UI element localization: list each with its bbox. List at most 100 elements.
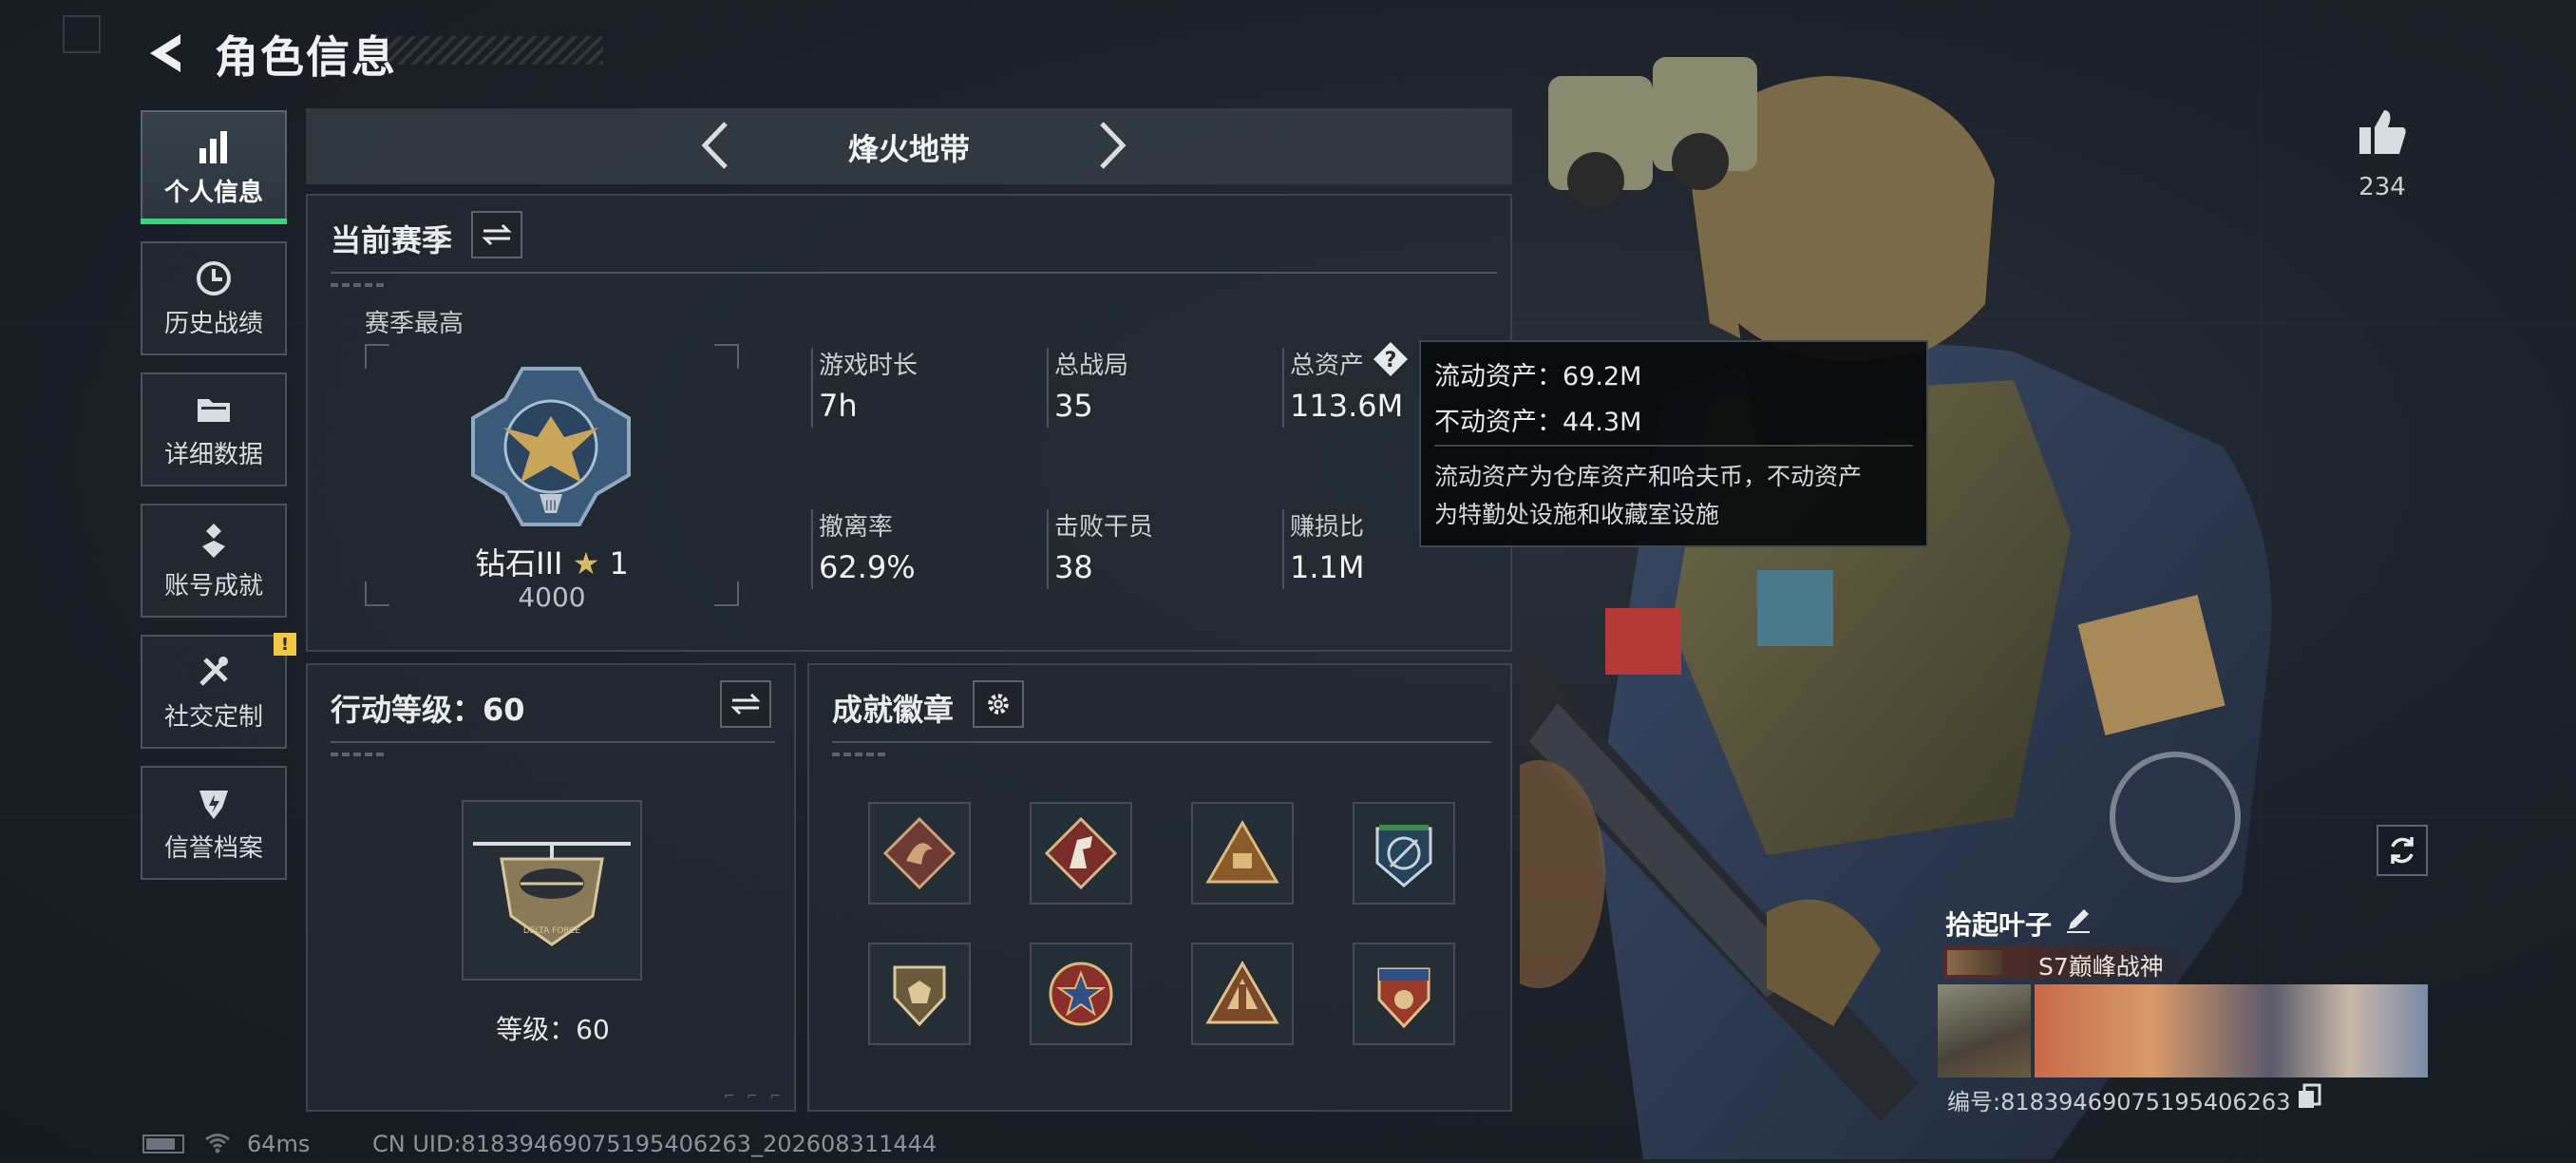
refresh-icon bbox=[2391, 837, 2414, 864]
rank-name: 钻石III bbox=[475, 545, 563, 582]
svg-text:?: ? bbox=[1385, 349, 1397, 372]
stat-label-extract-rate: 撤离率 bbox=[819, 513, 894, 542]
thumbs-up-icon bbox=[2359, 110, 2406, 154]
nav-item-history[interactable]: 历史战绩 bbox=[141, 241, 287, 355]
stat-value-profit-ratio: 1.1M bbox=[1290, 549, 1365, 585]
player-title-text: S7巅峰战神 bbox=[2038, 953, 2164, 981]
star-badge-icon bbox=[1049, 962, 1113, 1026]
triangle-badge-icon bbox=[1205, 820, 1279, 884]
corner-marks: ⌐ ⌐ ⌐ bbox=[723, 1089, 785, 1104]
warning-badge: ! bbox=[274, 633, 296, 656]
frame-corner bbox=[714, 344, 739, 369]
frame-corner bbox=[365, 344, 389, 369]
season-switch-button[interactable] bbox=[471, 211, 522, 258]
achievement-badge-slot[interactable] bbox=[868, 943, 971, 1045]
divider bbox=[811, 509, 813, 589]
title-tag-icon bbox=[1947, 950, 2002, 975]
mode-name: 烽火地带 bbox=[847, 131, 970, 167]
back-arrow-icon bbox=[150, 34, 180, 72]
achievement-badge-slot[interactable] bbox=[1191, 943, 1294, 1045]
assets-help-button[interactable]: ? bbox=[1372, 340, 1410, 378]
stat-label-matches: 总战局 bbox=[1054, 352, 1129, 380]
divider bbox=[331, 741, 775, 743]
season-panel: 当前赛季 赛季最高 III 钻石III ★ 1 4000 游戏时长 7h 总战局… bbox=[306, 194, 1512, 652]
achievement-badge-slot[interactable] bbox=[1030, 943, 1132, 1045]
star-icon: ★ bbox=[572, 545, 600, 582]
tooltip-desc-line1: 流动资产为仓库资产和哈夫币，不动资产 bbox=[1434, 463, 1863, 490]
svg-text:III: III bbox=[545, 499, 557, 514]
divider-deco bbox=[331, 283, 388, 287]
rank-emblem: III bbox=[465, 361, 636, 532]
achievement-badge-slot[interactable] bbox=[1191, 802, 1294, 905]
nav-item-achievements[interactable]: 账号成就 bbox=[141, 504, 287, 618]
action-level-title: 行动等级：60 bbox=[331, 692, 525, 728]
dragon-badge-icon bbox=[882, 816, 957, 890]
shield-badge-icon bbox=[893, 965, 946, 1027]
help-icon: ? bbox=[1373, 342, 1408, 376]
achievements-title: 成就徽章 bbox=[832, 692, 955, 728]
achievements-settings-button[interactable] bbox=[973, 680, 1024, 728]
wifi-icon bbox=[203, 1131, 232, 1157]
nav-item-details[interactable]: 详细数据 bbox=[141, 372, 287, 486]
card-thumbnail[interactable] bbox=[1938, 984, 2031, 1077]
level-text: 等级：60 bbox=[496, 1014, 610, 1045]
stat-value-assets: 113.6M bbox=[1290, 388, 1404, 424]
bar-chart-icon bbox=[199, 130, 227, 163]
nav-item-label: 历史战绩 bbox=[163, 309, 263, 338]
nav-item-label: 社交定制 bbox=[163, 702, 263, 732]
folder-icon bbox=[198, 398, 230, 422]
tools-icon bbox=[199, 656, 228, 686]
nav-item-social[interactable]: 社交定制 ! bbox=[141, 633, 296, 749]
player-id: 编号:81839469075195406263 bbox=[1947, 1089, 2291, 1115]
divider bbox=[811, 348, 813, 428]
season-best-label: 赛季最高 bbox=[365, 310, 464, 338]
page-title: 角色信息 bbox=[215, 31, 397, 83]
helicopter-emblem-icon: DELTA FORCE bbox=[473, 842, 631, 946]
copy-icon bbox=[2299, 1083, 2321, 1108]
title-decoration bbox=[385, 36, 603, 65]
divider bbox=[1282, 509, 1284, 589]
stat-value-playtime: 7h bbox=[819, 388, 858, 424]
stat-value-extract-rate: 62.9% bbox=[819, 549, 916, 585]
divider bbox=[832, 741, 1491, 743]
stat-label-assets: 总资产 bbox=[1290, 352, 1365, 380]
divider bbox=[1047, 509, 1049, 589]
tooltip-fixed-assets: 不动资产：44.3M bbox=[1434, 408, 1642, 437]
next-mode-button[interactable] bbox=[1090, 116, 1134, 175]
achievement-badge-slot[interactable] bbox=[868, 802, 971, 905]
achievement-badge-slot[interactable] bbox=[1353, 802, 1455, 905]
divider bbox=[331, 272, 1497, 274]
divider-deco bbox=[832, 753, 889, 756]
nav-item-profile[interactable]: 个人信息 bbox=[141, 110, 287, 224]
eagle-rank-icon: III bbox=[471, 367, 631, 526]
nav-item-label: 信誉档案 bbox=[163, 833, 263, 863]
battery-icon bbox=[142, 1134, 184, 1153]
nav-item-label: 账号成就 bbox=[163, 571, 263, 601]
rank-stars: 1 bbox=[609, 545, 629, 582]
globe-badge-icon bbox=[1375, 825, 1432, 887]
crest-badge-icon bbox=[1377, 967, 1430, 1029]
copy-id-button[interactable] bbox=[2297, 1083, 2323, 1110]
achievement-badge-slot[interactable] bbox=[1030, 802, 1132, 905]
back-button[interactable] bbox=[142, 29, 186, 78]
stat-label-profit-ratio: 赚损比 bbox=[1290, 513, 1365, 542]
player-name: 拾起叶子 bbox=[1945, 909, 2053, 941]
nav-item-label: 个人信息 bbox=[163, 178, 263, 207]
pencil-icon bbox=[2067, 909, 2090, 933]
divider bbox=[1282, 348, 1284, 428]
divider bbox=[1047, 348, 1049, 428]
rank-row: 钻石III ★ 1 bbox=[365, 540, 739, 583]
action-level-panel: 行动等级：60 DELTA FORCE 等级：60 ⌐ ⌐ ⌐ bbox=[306, 663, 796, 1112]
horse-badge-icon bbox=[1044, 816, 1118, 890]
achievements-panel: 成就徽章 bbox=[807, 663, 1512, 1112]
rotate-model-button[interactable] bbox=[2377, 825, 2428, 876]
achievement-badge-slot[interactable] bbox=[1353, 943, 1455, 1045]
like-button[interactable]: 234 bbox=[2344, 103, 2420, 201]
rank-score: 4000 bbox=[518, 582, 586, 613]
card-banner[interactable] bbox=[2035, 984, 2428, 1077]
nav-item-credit[interactable]: 信誉档案 bbox=[141, 766, 287, 880]
peak-badge-icon bbox=[1205, 961, 1279, 1024]
level-emblem-frame: DELTA FORCE bbox=[462, 800, 642, 981]
action-level-switch-button[interactable] bbox=[720, 680, 771, 728]
edit-name-button[interactable] bbox=[2063, 905, 2093, 935]
